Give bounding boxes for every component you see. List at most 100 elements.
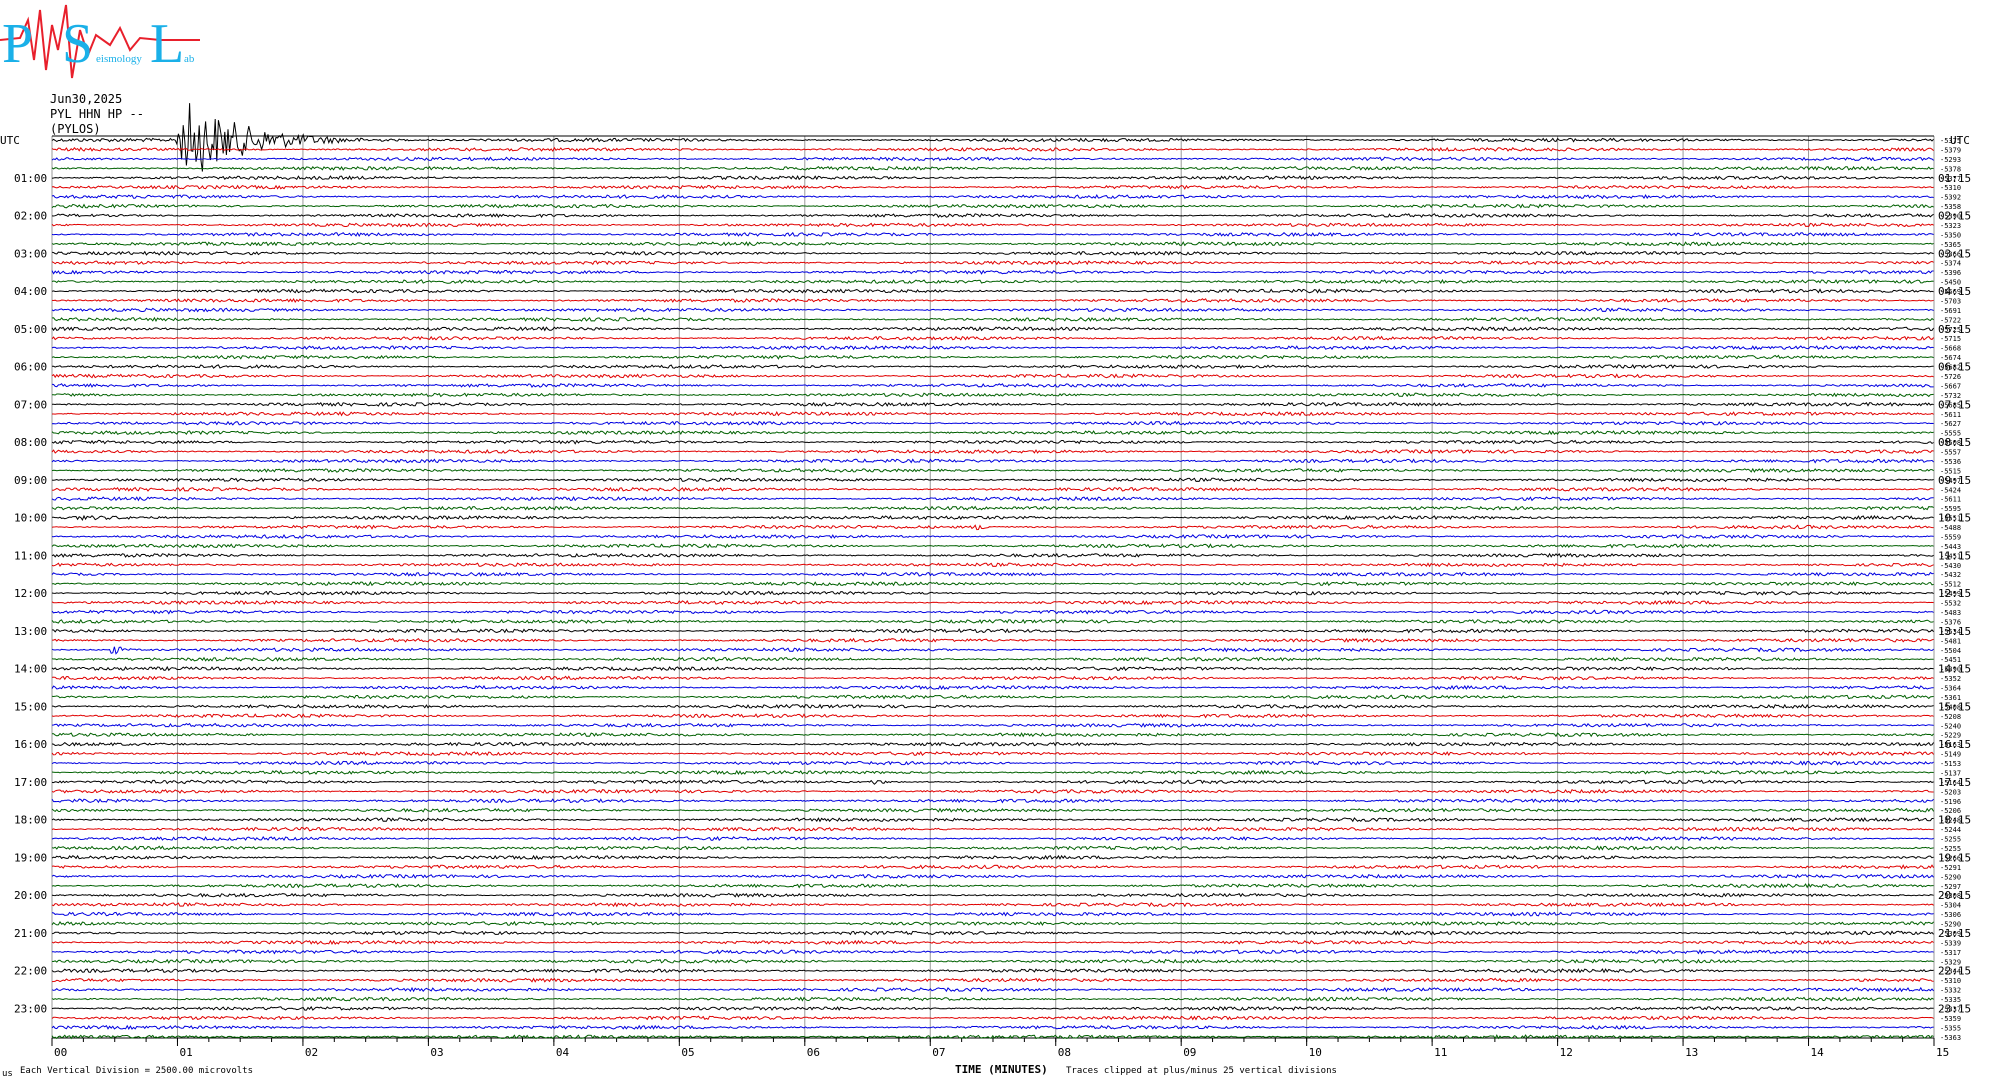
trace-row [51,618,1934,625]
trace-offset-label: -5508 [1940,439,1961,447]
trace-row [51,902,1934,908]
left-hour-label: 12:00 [14,587,47,600]
trace-offset-label: -5627 [1940,420,1961,428]
footer-left-mark: us [2,1069,13,1079]
trace-row [51,430,1934,436]
trace-offset-label: -5722 [1940,316,1961,324]
trace-offset-label: -5337 [1940,1005,1961,1013]
left-hour-label: 10:00 [14,512,47,525]
x-tick-label: 05 [681,1046,694,1059]
left-hour-label: 03:00 [14,247,47,260]
x-tick-label: 04 [556,1046,570,1059]
trace-row [51,581,1934,587]
trace-row [51,939,1934,946]
trace-offset-label: -5196 [1940,798,1961,806]
trace-offset-label: -5611 [1940,411,1961,419]
trace-offset-label: -5206 [1940,807,1961,815]
trace-offset-label: -5725 [1940,326,1961,334]
trace-offset-label: -5669 [1940,288,1961,296]
trace-row [51,156,1934,162]
trace-row [51,826,1934,832]
trace-row [51,760,1934,766]
left-hour-label: 13:00 [14,625,47,638]
trace-offset-label: -5432 [1940,571,1961,579]
trace-offset-label: -5715 [1940,335,1961,343]
trace-row [51,373,1934,379]
trace-offset-label: -5339 [1940,939,1961,947]
left-hour-label: 15:00 [14,700,47,713]
trace-offset-label: -5350 [1940,231,1961,239]
trace-offset-label: -5674 [1940,354,1961,362]
trace-row [51,543,1934,549]
trace-offset-label: -5255 [1940,836,1961,844]
left-hour-label: 09:00 [14,474,47,487]
trace-offset-label: -5703 [1940,297,1961,305]
trace-offset-label: -5450 [1940,279,1961,287]
trace-offset-label: -5396 [1940,269,1961,277]
trace-row [51,354,1934,360]
trace-row [51,835,1934,842]
trace-row [51,996,1934,1002]
trace-offset-label: -5366 [1940,250,1961,258]
trace-row [51,920,1934,927]
trace-offset-label: -5266 [1940,854,1961,862]
trace-row [51,175,1934,181]
trace-row [51,751,1934,757]
trace-offset-label: -5374 [1940,260,1961,268]
trace-offset-label: -5378 [1940,165,1961,173]
left-hour-label: 16:00 [14,738,47,751]
trace-row [51,448,1934,455]
trace-offset-label: -5668 [1940,345,1961,353]
trace-row [51,769,1934,776]
trace-offset-label: -5685 [1940,401,1961,409]
trace-offset-label: -5310 [1940,977,1961,985]
trace-row [51,779,1934,785]
trace-row [51,656,1934,662]
x-tick-label: 08 [1058,1046,1071,1059]
trace-row [51,477,1934,483]
trace-row [51,911,1934,917]
trace-row [51,694,1934,700]
trace-row [52,732,1934,738]
trace-offset-label: -5536 [1940,458,1961,466]
trace-row [51,788,1934,794]
left-hour-label: 11:00 [14,549,47,562]
trace-offset-label: -5691 [1940,307,1961,315]
trace-row [51,703,1934,709]
trace-row [51,505,1934,511]
trace-offset-label: -5361 [1940,694,1961,702]
trace-row [51,864,1935,870]
trace-offset-label: -5667 [1940,382,1961,390]
trace-offset-label: -5248 [1940,817,1961,825]
trace-offset-label: -5290 [1940,873,1961,881]
x-tick-label: 09 [1183,1046,1196,1059]
trace-row [51,590,1934,596]
trace-row [51,930,1934,936]
trace-row [51,665,1934,672]
trace-row [51,646,1934,655]
trace-row [51,335,1934,341]
trace-offset-label: -5229 [1940,732,1961,740]
trace-row [51,401,1934,407]
x-tick-label: 15 [1936,1046,1949,1059]
trace-row [52,637,1934,643]
trace-offset-label: -5611 [1940,496,1961,504]
trace-row [51,552,1934,558]
left-hour-label: 04:00 [14,285,47,298]
trace-row [51,1015,1934,1021]
trace-offset-label: -5376 [1940,618,1961,626]
trace-offset-label: -5352 [1940,675,1961,683]
trace-offset-label: -5504 [1940,647,1961,655]
trace-row [51,439,1934,445]
trace-row [51,165,1934,171]
trace-offset-label: -5515 [1940,467,1961,475]
trace-offset-label: -5306 [1940,911,1961,919]
trace-row [51,184,1934,190]
trace-offset-label: -5208 [1940,713,1961,721]
trace-offset-label: -5726 [1940,373,1961,381]
left-hour-label: 01:00 [14,172,47,185]
trace-offset-label: -5308 [1940,892,1961,900]
trace-row [51,562,1934,568]
trace-offset-label: -5244 [1940,826,1961,834]
trace-offset-label: -5555 [1940,430,1961,438]
